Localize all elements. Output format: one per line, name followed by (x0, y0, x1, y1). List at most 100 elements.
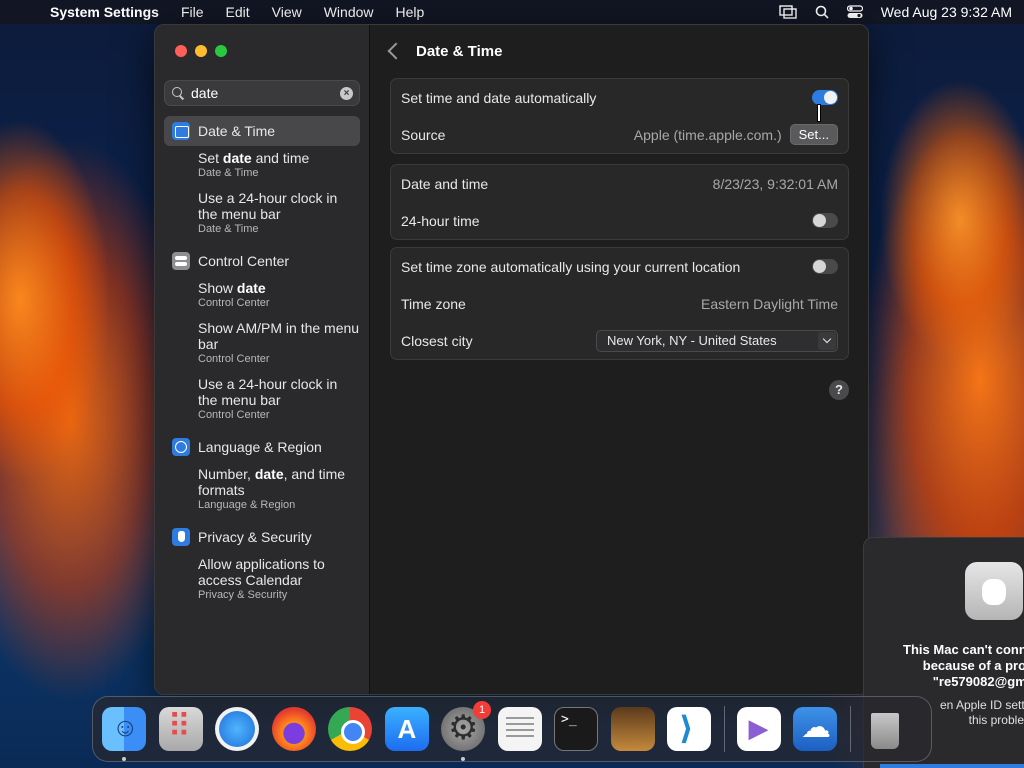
search-field[interactable]: × (164, 80, 360, 106)
sidebar-item-label: Privacy & Security (198, 529, 312, 545)
running-indicator (461, 757, 465, 761)
result-title: Set date and time (198, 150, 310, 166)
search-result-set-date-and-time[interactable]: Set date and time Date & Time (164, 150, 360, 180)
sidebar-item-label: Date & Time (198, 123, 276, 139)
garageband-icon[interactable] (610, 707, 655, 751)
visual-studio-icon[interactable] (736, 707, 781, 751)
auto-tz-toggle[interactable] (812, 259, 838, 274)
menu-file[interactable]: File (181, 4, 204, 20)
closest-city-select[interactable]: New York, NY - United States (596, 329, 838, 352)
time-zone-label: Time zone (401, 295, 466, 312)
time-zone-value: Eastern Daylight Time (701, 295, 838, 312)
hour24-toggle[interactable] (812, 213, 838, 228)
search-results: Date & Time Set date and time Date & Tim… (164, 116, 360, 612)
screen-mirroring-icon[interactable] (779, 5, 797, 19)
system-settings-window: × Date & Time Set date and time Date & T… (154, 24, 869, 695)
minimize-button[interactable] (195, 45, 207, 57)
menu-view[interactable]: View (272, 4, 302, 20)
closest-city-label: Closest city (401, 332, 473, 349)
date-time-value[interactable]: 8/23/23, 9:32:01 AM (713, 176, 838, 192)
notification-badge: 1 (473, 701, 491, 719)
sidebar-item-language-region[interactable]: Language & Region (164, 432, 360, 462)
chevron-down-icon (818, 331, 836, 350)
menu-edit[interactable]: Edit (226, 4, 250, 20)
hour24-row: 24-hour time (391, 202, 848, 239)
search-result-24-hour-clock-datetime[interactable]: Use a 24-hour clock in the menu bar Date… (164, 190, 360, 236)
result-caption: Date & Time (198, 167, 259, 179)
auto-tz-row: Set time zone automatically using your c… (391, 248, 848, 285)
result-title: Use a 24-hour clock in the menu bar (198, 376, 338, 408)
dock-separator (723, 706, 725, 752)
closest-city-value: New York, NY - United States (607, 333, 777, 348)
safari-icon[interactable] (215, 707, 259, 751)
result-caption: Language & Region (198, 499, 296, 511)
result-caption: Control Center (198, 353, 270, 365)
trash-icon[interactable] (863, 707, 907, 751)
running-indicator (122, 757, 126, 761)
time-zone-row: Time zone Eastern Daylight Time (391, 285, 848, 322)
back-chevron-icon[interactable] (387, 42, 405, 60)
result-title: Number, date, and time formats (198, 466, 346, 498)
hand-icon (172, 528, 190, 546)
source-label: Source (401, 126, 446, 143)
result-title: Use a 24-hour clock in the menu bar (198, 190, 338, 222)
closest-city-row: Closest city New York, NY - United State… (391, 322, 848, 359)
spotlight-search-icon[interactable] (815, 5, 829, 19)
hour24-label: 24-hour time (401, 212, 480, 229)
launchpad-icon[interactable] (158, 707, 203, 751)
result-caption: Date & Time (198, 223, 259, 235)
auto-time-row: Set time and date automatically (391, 79, 848, 116)
apple-logo-icon (965, 562, 1023, 620)
menu-help[interactable]: Help (396, 4, 425, 20)
chrome-icon[interactable] (328, 707, 372, 751)
close-button[interactable] (175, 45, 187, 57)
search-icon (171, 86, 185, 100)
window-controls (175, 45, 227, 57)
text-cursor-icon (813, 104, 823, 122)
sidebar-item-control-center[interactable]: Control Center (164, 246, 360, 276)
alert-button[interactable] (880, 764, 1024, 768)
finder-icon[interactable] (102, 707, 146, 761)
dock: 1 (92, 696, 932, 762)
date-time-row: Date and time 8/23/23, 9:32:01 AM (391, 165, 848, 202)
system-settings-icon[interactable]: 1 (441, 701, 491, 761)
app-name-menu[interactable]: System Settings (50, 4, 159, 20)
vscode-icon[interactable] (667, 707, 711, 751)
globe-icon (172, 438, 190, 456)
auto-time-toggle[interactable] (812, 90, 838, 105)
terminal-icon[interactable] (554, 707, 598, 751)
firefox-icon[interactable] (271, 707, 316, 751)
search-result-show-am-pm[interactable]: Show AM/PM in the menu bar Control Cente… (164, 320, 360, 366)
help-button[interactable]: ? (829, 380, 849, 400)
sidebar-item-privacy-security[interactable]: Privacy & Security (164, 522, 360, 552)
source-value: Apple (time.apple.com.) (633, 126, 782, 143)
search-result-show-date[interactable]: Show date Control Center (164, 280, 360, 310)
pane-header: Date & Time (370, 25, 868, 77)
search-result-24-hour-clock-control[interactable]: Use a 24-hour clock in the menu bar Cont… (164, 376, 360, 422)
menu-bar: System Settings File Edit View Window He… (0, 0, 1024, 24)
weather-icon[interactable] (793, 707, 837, 751)
dock-separator (849, 706, 851, 752)
search-input[interactable] (191, 85, 340, 101)
menu-window[interactable]: Window (324, 4, 374, 20)
clear-search-icon[interactable]: × (340, 86, 353, 100)
search-result-access-calendar[interactable]: Allow applications to access Calendar Pr… (164, 556, 360, 602)
auto-time-label: Set time and date automatically (401, 89, 597, 106)
sidebar-item-label: Language & Region (198, 439, 322, 455)
search-result-number-date-formats[interactable]: Number, date, and time formats Language … (164, 466, 360, 512)
zoom-button[interactable] (215, 45, 227, 57)
page-title: Date & Time (416, 42, 503, 60)
result-caption: Privacy & Security (198, 589, 288, 601)
date-time-label: Date and time (401, 175, 489, 192)
source-row: Source Apple (time.apple.com.) Set... (391, 116, 848, 153)
result-title: Allow applications to access Calendar (198, 556, 325, 588)
app-store-icon[interactable] (384, 707, 429, 751)
control-center-icon (172, 252, 190, 270)
control-center-icon[interactable] (846, 5, 863, 19)
result-caption: Control Center (198, 409, 270, 421)
textedit-icon[interactable] (497, 707, 542, 751)
sidebar-item-date-time[interactable]: Date & Time (164, 116, 360, 146)
menu-bar-clock[interactable]: Wed Aug 23 9:32 AM (881, 4, 1012, 20)
set-source-button[interactable]: Set... (789, 124, 838, 145)
sidebar: × Date & Time Set date and time Date & T… (155, 25, 370, 694)
